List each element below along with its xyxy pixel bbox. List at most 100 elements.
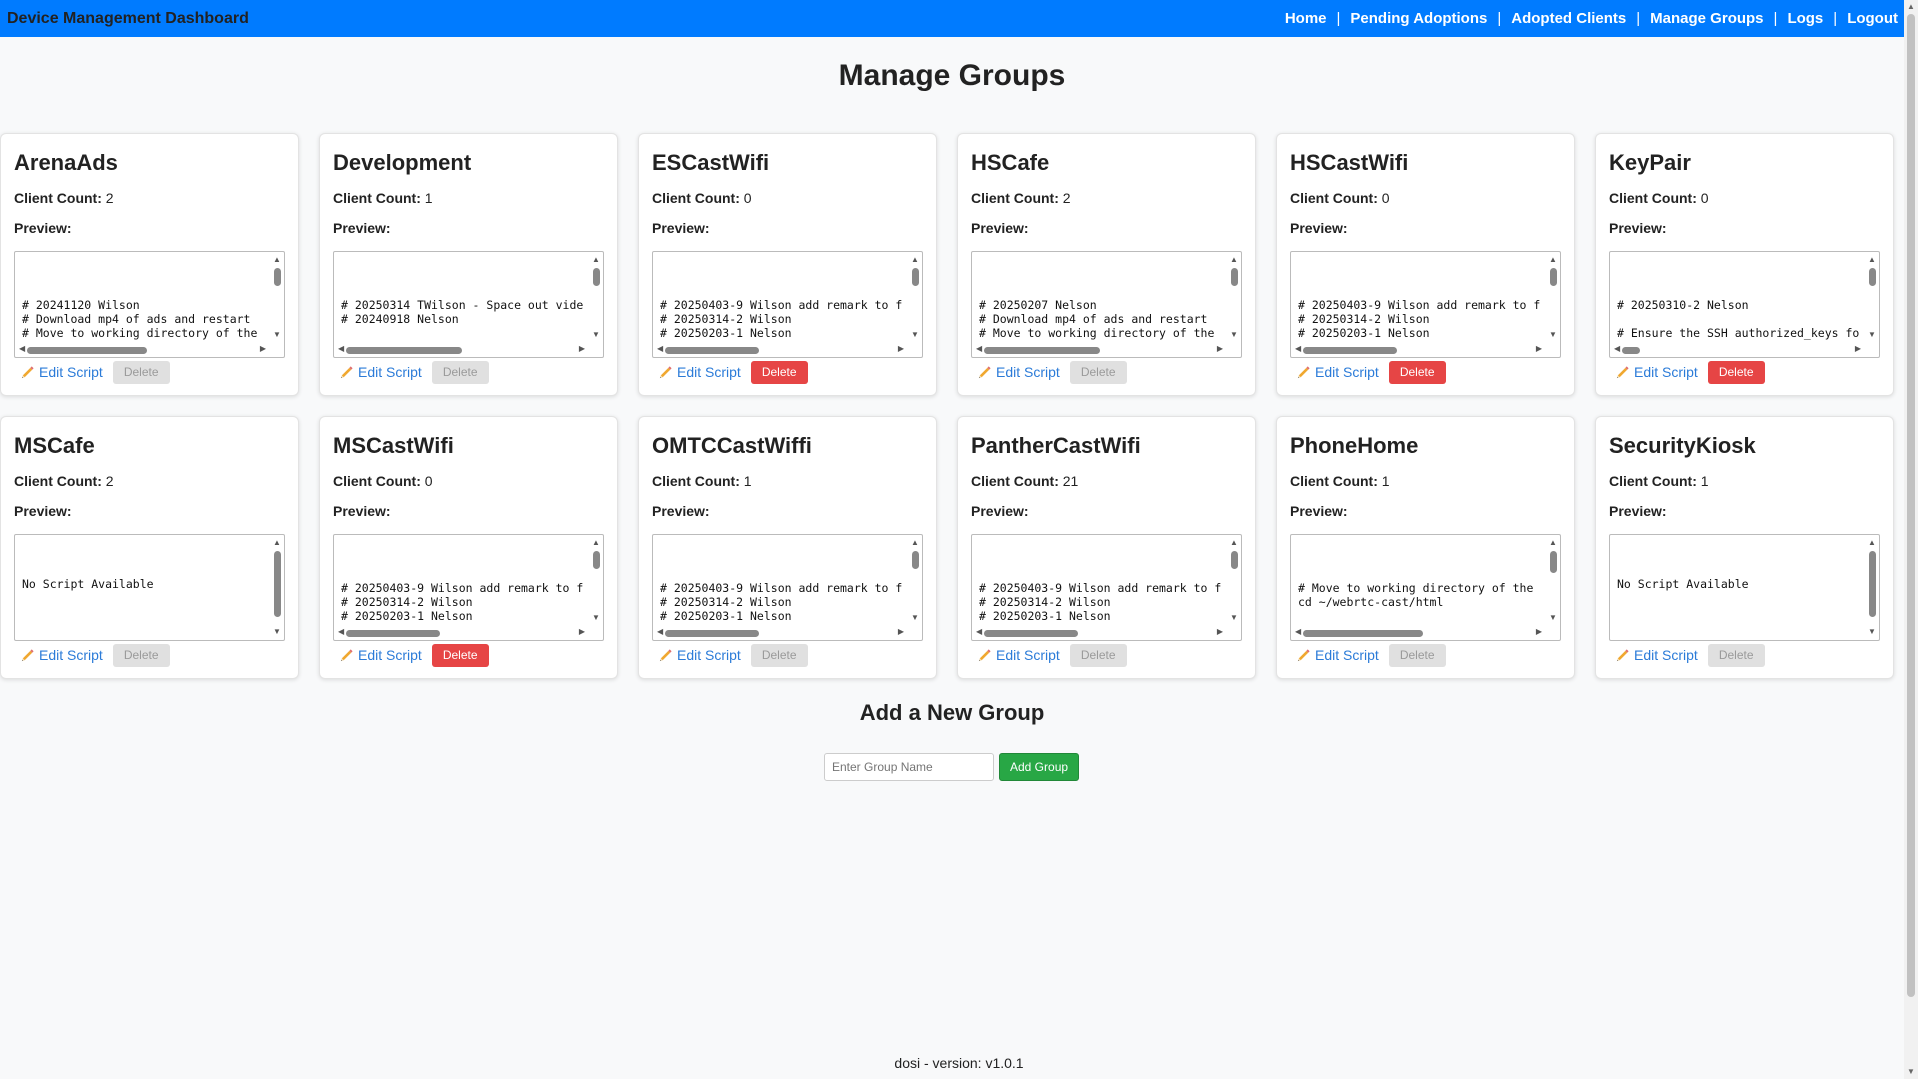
preview-horizontal-scrollbar[interactable]: ◀ ▶ <box>336 344 587 355</box>
scroll-thumb[interactable] <box>593 551 600 569</box>
preview-vertical-scrollbar[interactable]: ▲ ▼ <box>1547 254 1558 341</box>
preview-vertical-scrollbar[interactable]: ▲ ▼ <box>1866 254 1877 341</box>
nav-pending-adoptions[interactable]: Pending Adoptions <box>1350 10 1487 27</box>
scroll-thumb[interactable] <box>27 347 147 354</box>
edit-script-link[interactable]: Edit Script <box>1290 364 1379 380</box>
scroll-up-icon[interactable]: ▲ <box>911 256 919 264</box>
scroll-up-icon[interactable]: ▲ <box>1868 256 1876 264</box>
delete-button[interactable]: Delete <box>431 643 489 667</box>
edit-script-link[interactable]: Edit Script <box>1609 364 1698 380</box>
scroll-up-icon[interactable]: ▲ <box>273 539 281 547</box>
preview-horizontal-scrollbar[interactable]: ◀ ▶ <box>655 344 906 355</box>
scroll-thumb[interactable] <box>912 268 919 286</box>
scroll-down-icon[interactable]: ▼ <box>1230 331 1238 339</box>
scroll-right-icon[interactable]: ▶ <box>898 628 904 636</box>
edit-script-link[interactable]: Edit Script <box>971 647 1060 663</box>
scroll-down-icon[interactable]: ▼ <box>911 614 919 622</box>
edit-script-link[interactable]: Edit Script <box>333 647 422 663</box>
scroll-down-icon[interactable]: ▼ <box>1230 614 1238 622</box>
script-preview[interactable]: # 20250403-9 Wilson add remark to f # 20… <box>652 251 923 358</box>
scroll-down-icon[interactable]: ▼ <box>592 614 600 622</box>
page-scroll-thumb[interactable] <box>1907 14 1915 997</box>
scroll-right-icon[interactable]: ▶ <box>260 345 266 353</box>
edit-script-link[interactable]: Edit Script <box>1609 647 1698 663</box>
scroll-down-icon[interactable]: ▼ <box>1907 1068 1915 1076</box>
edit-script-link[interactable]: Edit Script <box>652 647 741 663</box>
scroll-thumb[interactable] <box>984 347 1100 354</box>
scroll-thumb[interactable] <box>1869 551 1876 617</box>
edit-script-link[interactable]: Edit Script <box>333 364 422 380</box>
nav-logout[interactable]: Logout <box>1847 10 1898 27</box>
scroll-thumb[interactable] <box>274 551 281 617</box>
preview-vertical-scrollbar[interactable]: ▲ ▼ <box>1228 254 1239 341</box>
script-preview[interactable]: No Script Available ▲ ▼ <box>14 534 285 641</box>
scroll-thumb[interactable] <box>274 268 281 286</box>
scroll-thumb[interactable] <box>1869 268 1876 286</box>
delete-button[interactable]: Delete <box>1707 360 1765 384</box>
scroll-down-icon[interactable]: ▼ <box>592 331 600 339</box>
scroll-left-icon[interactable]: ◀ <box>657 345 663 353</box>
group-name-input[interactable] <box>824 753 994 781</box>
scroll-down-icon[interactable]: ▼ <box>1549 614 1557 622</box>
scroll-thumb[interactable] <box>984 630 1078 637</box>
scroll-thumb[interactable] <box>1231 551 1238 569</box>
scroll-right-icon[interactable]: ▶ <box>1536 345 1542 353</box>
edit-script-link[interactable]: Edit Script <box>14 647 103 663</box>
scroll-up-icon[interactable]: ▲ <box>1907 3 1915 11</box>
edit-script-link[interactable]: Edit Script <box>652 364 741 380</box>
nav-home[interactable]: Home <box>1285 10 1327 27</box>
delete-button[interactable]: Delete <box>750 643 808 667</box>
preview-vertical-scrollbar[interactable]: ▲ ▼ <box>909 537 920 624</box>
preview-vertical-scrollbar[interactable]: ▲ ▼ <box>271 537 282 638</box>
preview-horizontal-scrollbar[interactable]: ◀ ▶ <box>974 344 1225 355</box>
script-preview[interactable]: # 20250314 TWilson - Space out vide # 20… <box>333 251 604 358</box>
scroll-left-icon[interactable]: ◀ <box>657 628 663 636</box>
delete-button[interactable]: Delete <box>431 360 489 384</box>
scroll-thumb[interactable] <box>1622 347 1640 354</box>
page-scrollbar[interactable]: ▲ ▼ <box>1904 0 1918 1079</box>
script-preview[interactable]: # 20250403-9 Wilson add remark to f # 20… <box>652 534 923 641</box>
scroll-down-icon[interactable]: ▼ <box>273 331 281 339</box>
scroll-right-icon[interactable]: ▶ <box>1217 345 1223 353</box>
delete-button[interactable]: Delete <box>1388 360 1446 384</box>
scroll-thumb[interactable] <box>1231 268 1238 286</box>
scroll-left-icon[interactable]: ◀ <box>1295 628 1301 636</box>
scroll-up-icon[interactable]: ▲ <box>1868 539 1876 547</box>
edit-script-link[interactable]: Edit Script <box>1290 647 1379 663</box>
scroll-left-icon[interactable]: ◀ <box>338 345 344 353</box>
scroll-right-icon[interactable]: ▶ <box>1536 628 1542 636</box>
preview-vertical-scrollbar[interactable]: ▲ ▼ <box>1866 537 1877 638</box>
add-group-button[interactable]: Add Group <box>999 753 1080 781</box>
delete-button[interactable]: Delete <box>1069 360 1127 384</box>
scroll-down-icon[interactable]: ▼ <box>273 628 281 636</box>
script-preview[interactable]: # Move to working directory of the cd ~/… <box>1290 534 1561 641</box>
script-preview[interactable]: # 20241120 Wilson # Download mp4 of ads … <box>14 251 285 358</box>
scroll-thumb[interactable] <box>912 551 919 569</box>
scroll-up-icon[interactable]: ▲ <box>273 256 281 264</box>
nav-manage-groups[interactable]: Manage Groups <box>1650 10 1763 27</box>
scroll-thumb[interactable] <box>1550 268 1557 286</box>
delete-button[interactable]: Delete <box>112 360 170 384</box>
scroll-left-icon[interactable]: ◀ <box>338 628 344 636</box>
preview-horizontal-scrollbar[interactable]: ◀ ▶ <box>1612 344 1863 355</box>
scroll-right-icon[interactable]: ▶ <box>1217 628 1223 636</box>
scroll-right-icon[interactable]: ▶ <box>1855 345 1861 353</box>
scroll-up-icon[interactable]: ▲ <box>911 539 919 547</box>
delete-button[interactable]: Delete <box>750 360 808 384</box>
preview-vertical-scrollbar[interactable]: ▲ ▼ <box>590 254 601 341</box>
scroll-up-icon[interactable]: ▲ <box>592 256 600 264</box>
preview-horizontal-scrollbar[interactable]: ◀ ▶ <box>336 627 587 638</box>
script-preview[interactable]: # 20250403-9 Wilson add remark to f # 20… <box>1290 251 1561 358</box>
preview-horizontal-scrollbar[interactable]: ◀ ▶ <box>974 627 1225 638</box>
script-preview[interactable]: # 20250403-9 Wilson add remark to f # 20… <box>971 534 1242 641</box>
scroll-thumb[interactable] <box>1303 347 1397 354</box>
delete-button[interactable]: Delete <box>1069 643 1127 667</box>
scroll-right-icon[interactable]: ▶ <box>579 345 585 353</box>
script-preview[interactable]: # 20250207 Nelson # Download mp4 of ads … <box>971 251 1242 358</box>
preview-vertical-scrollbar[interactable]: ▲ ▼ <box>909 254 920 341</box>
scroll-thumb[interactable] <box>665 347 759 354</box>
preview-horizontal-scrollbar[interactable]: ◀ ▶ <box>1293 627 1544 638</box>
scroll-left-icon[interactable]: ◀ <box>19 345 25 353</box>
nav-logs[interactable]: Logs <box>1787 10 1823 27</box>
scroll-right-icon[interactable]: ▶ <box>898 345 904 353</box>
